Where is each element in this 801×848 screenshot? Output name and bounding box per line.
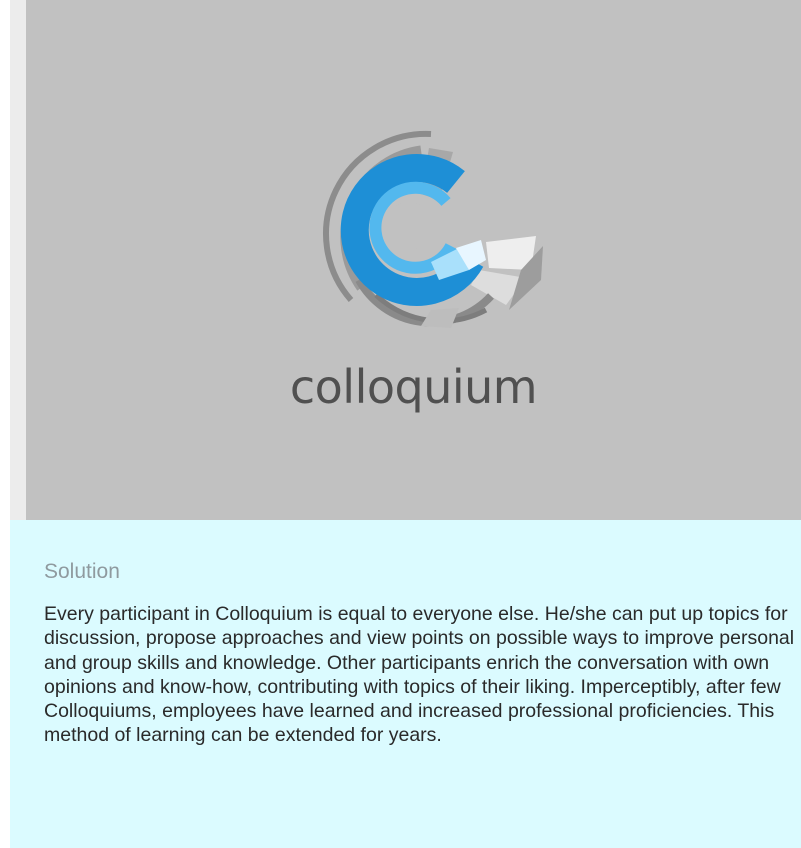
section-heading: Solution xyxy=(44,560,120,583)
hero-banner: colloquium xyxy=(26,0,801,520)
solution-section: Solution Every participant in Colloquium… xyxy=(10,520,801,848)
left-margin-bar xyxy=(10,0,26,520)
colloquium-logo-icon xyxy=(323,130,543,328)
section-body-text: Every participant in Colloquium is equal… xyxy=(44,603,795,747)
logo-arc-bottom-3 xyxy=(421,308,459,328)
logo-c-center xyxy=(385,202,433,250)
brand-wordmark: colloquium xyxy=(289,360,538,414)
